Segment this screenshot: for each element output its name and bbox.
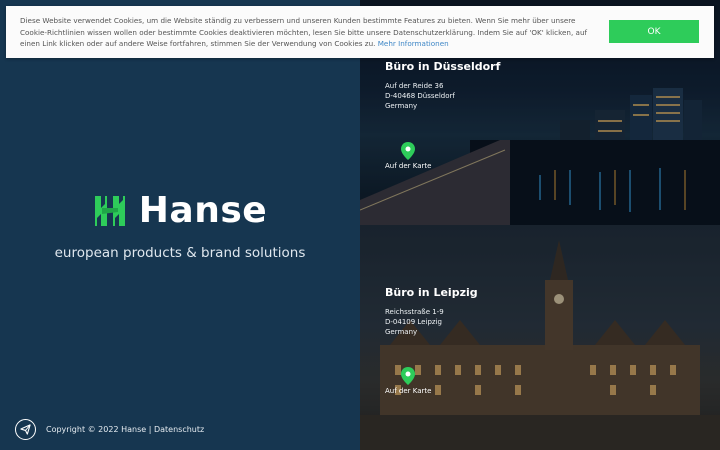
map-link-label: Auf der Karte (385, 387, 432, 395)
footer: Copyright © 2022 Hanse | Datenschutz (15, 419, 204, 440)
office-leipzig-title: Büro in Leipzig (385, 286, 478, 299)
cookie-banner: Diese Website verwendet Cookies, um die … (6, 6, 714, 58)
left-panel: Hanse european products & brand solution… (0, 0, 360, 450)
brand: Hanse european products & brand solution… (0, 190, 360, 261)
office-leipzig: Büro in Leipzig Reichsstraße 1-9 D-04109… (360, 225, 720, 450)
map-link-dusseldorf[interactable]: Auf der Karte (385, 142, 431, 170)
office-leipzig-address: Reichsstraße 1-9 D-04109 Leipzig Germany (385, 307, 478, 337)
logo[interactable]: Hanse (0, 190, 360, 231)
map-pin-icon (401, 142, 416, 160)
address-line: Auf der Reide 36 (385, 82, 444, 90)
brand-tagline: european products & brand solutions (54, 245, 306, 261)
privacy-link[interactable]: Datenschutz (154, 425, 204, 434)
hanse-logo-icon (94, 195, 125, 226)
cookie-message: Diese Website verwendet Cookies, um die … (20, 16, 588, 48)
map-link-label: Auf der Karte (385, 162, 432, 170)
copyright: Copyright © 2022 Hanse | Datenschutz (46, 425, 204, 434)
more-info-link[interactable]: Mehr Informationen (378, 39, 449, 48)
footer-separator: | (148, 425, 152, 434)
cookie-ok-button[interactable]: OK (609, 20, 699, 43)
map-link-leipzig[interactable]: Auf der Karte (385, 367, 431, 395)
office-leipzig-info: Büro in Leipzig Reichsstraße 1-9 D-04109… (385, 286, 478, 337)
office-dusseldorf-address: Auf der Reide 36 D-40468 Düsseldorf Germ… (385, 81, 500, 111)
address-line: D-04109 Leipzig (385, 318, 442, 326)
send-button[interactable] (15, 419, 36, 440)
office-dusseldorf-info: Büro in Düsseldorf Auf der Reide 36 D-40… (385, 60, 500, 111)
send-icon (20, 424, 31, 435)
address-line: Reichsstraße 1-9 (385, 308, 444, 316)
cookie-text: Diese Website verwendet Cookies, um die … (20, 15, 590, 50)
address-line: D-40468 Düsseldorf (385, 92, 455, 100)
copyright-text: Copyright © 2022 Hanse (46, 425, 147, 434)
leipzig-townhall (360, 225, 720, 450)
office-dusseldorf-title: Büro in Düsseldorf (385, 60, 501, 73)
address-line: Germany (385, 328, 418, 336)
map-pin-icon (401, 367, 416, 385)
brand-name: Hanse (138, 190, 268, 231)
address-line: Germany (385, 102, 418, 110)
